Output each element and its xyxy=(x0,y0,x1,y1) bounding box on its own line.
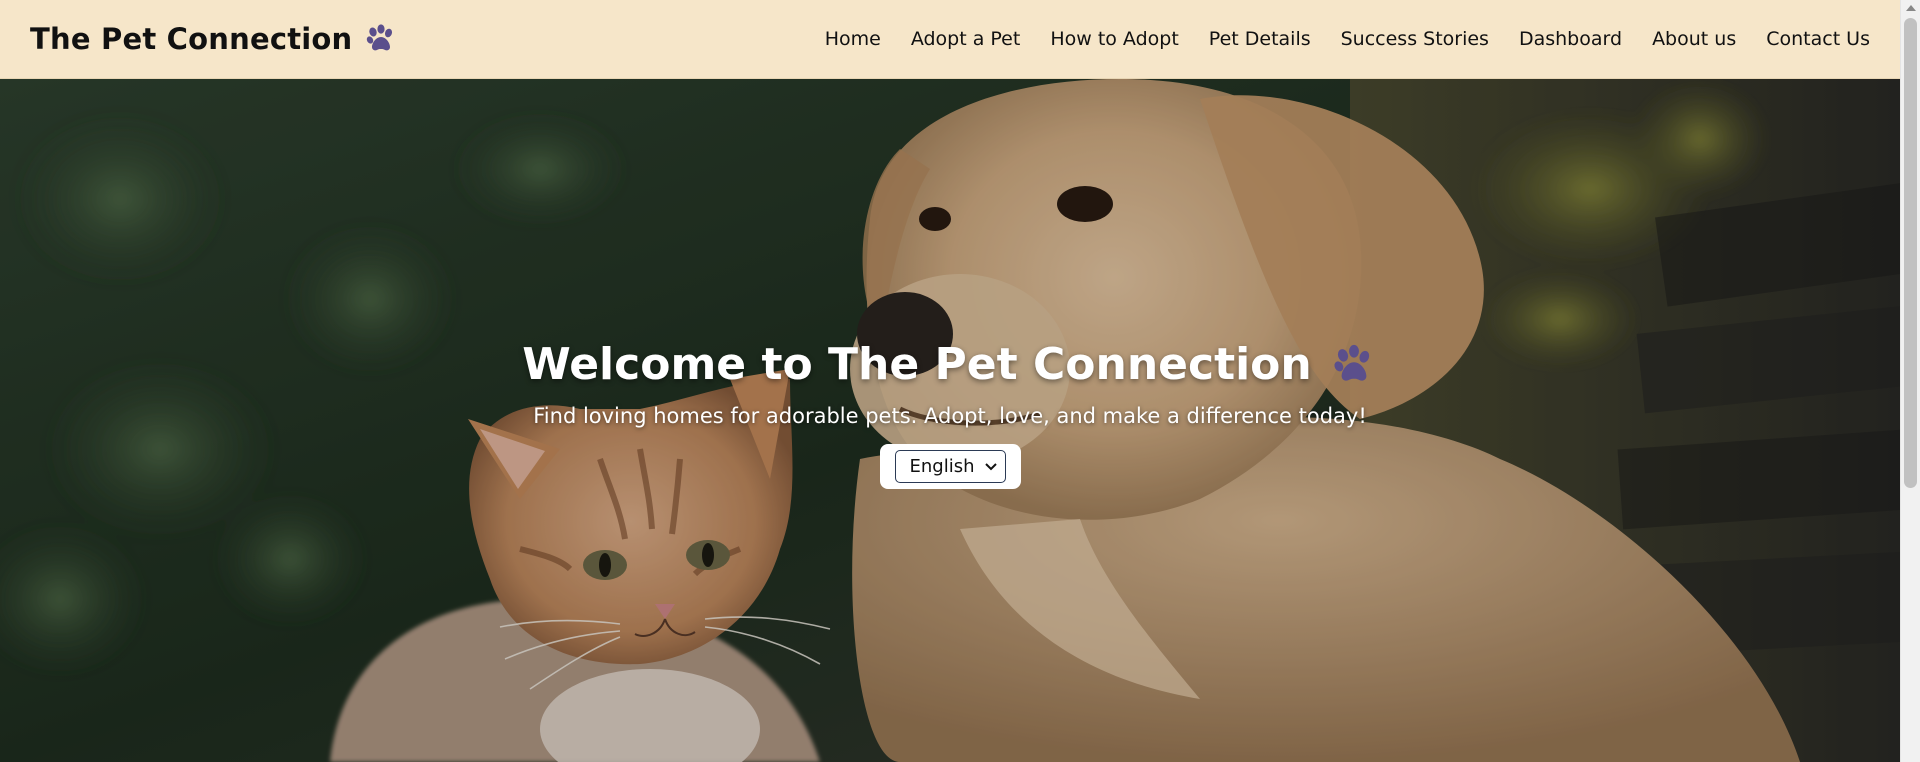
scrollbar[interactable] xyxy=(1900,0,1920,762)
nav-link-contact-us[interactable]: Contact Us xyxy=(1766,28,1870,50)
hero-title: Welcome to The Pet Connection xyxy=(522,339,1378,390)
page: The Pet Connection Home Adopt a Pet How … xyxy=(0,0,1920,762)
paw-icon xyxy=(1334,344,1369,381)
paw-icon xyxy=(367,24,393,51)
chevron-down-icon xyxy=(984,462,997,470)
nav-link-success-stories[interactable]: Success Stories xyxy=(1341,28,1489,50)
nav-link-pet-details[interactable]: Pet Details xyxy=(1209,28,1311,50)
language-select-value: English xyxy=(909,456,975,477)
hero-subtitle: Find loving homes for adorable pets. Ado… xyxy=(533,404,1367,428)
nav-link-about-us[interactable]: About us xyxy=(1652,28,1736,50)
hero-section: Welcome to The Pet Connection Find lovin… xyxy=(0,79,1900,762)
nav-link-dashboard[interactable]: Dashboard xyxy=(1519,28,1622,50)
scroll-up-arrow-icon[interactable] xyxy=(1906,5,1916,11)
nav-link-home[interactable]: Home xyxy=(825,28,881,50)
navbar: The Pet Connection Home Adopt a Pet How … xyxy=(0,0,1900,79)
nav-link-how-to-adopt[interactable]: How to Adopt xyxy=(1050,28,1178,50)
scrollbar-thumb[interactable] xyxy=(1904,18,1917,488)
hero-title-text: Welcome to The Pet Connection xyxy=(522,339,1312,390)
language-select[interactable]: English xyxy=(894,450,1006,483)
hero-content: Welcome to The Pet Connection Find lovin… xyxy=(0,339,1900,489)
nav-links: Home Adopt a Pet How to Adopt Pet Detail… xyxy=(825,28,1870,50)
nav-link-adopt-a-pet[interactable]: Adopt a Pet xyxy=(911,28,1021,50)
brand[interactable]: The Pet Connection xyxy=(30,22,398,56)
language-select-container: English xyxy=(879,444,1021,489)
brand-name: The Pet Connection xyxy=(30,22,353,56)
